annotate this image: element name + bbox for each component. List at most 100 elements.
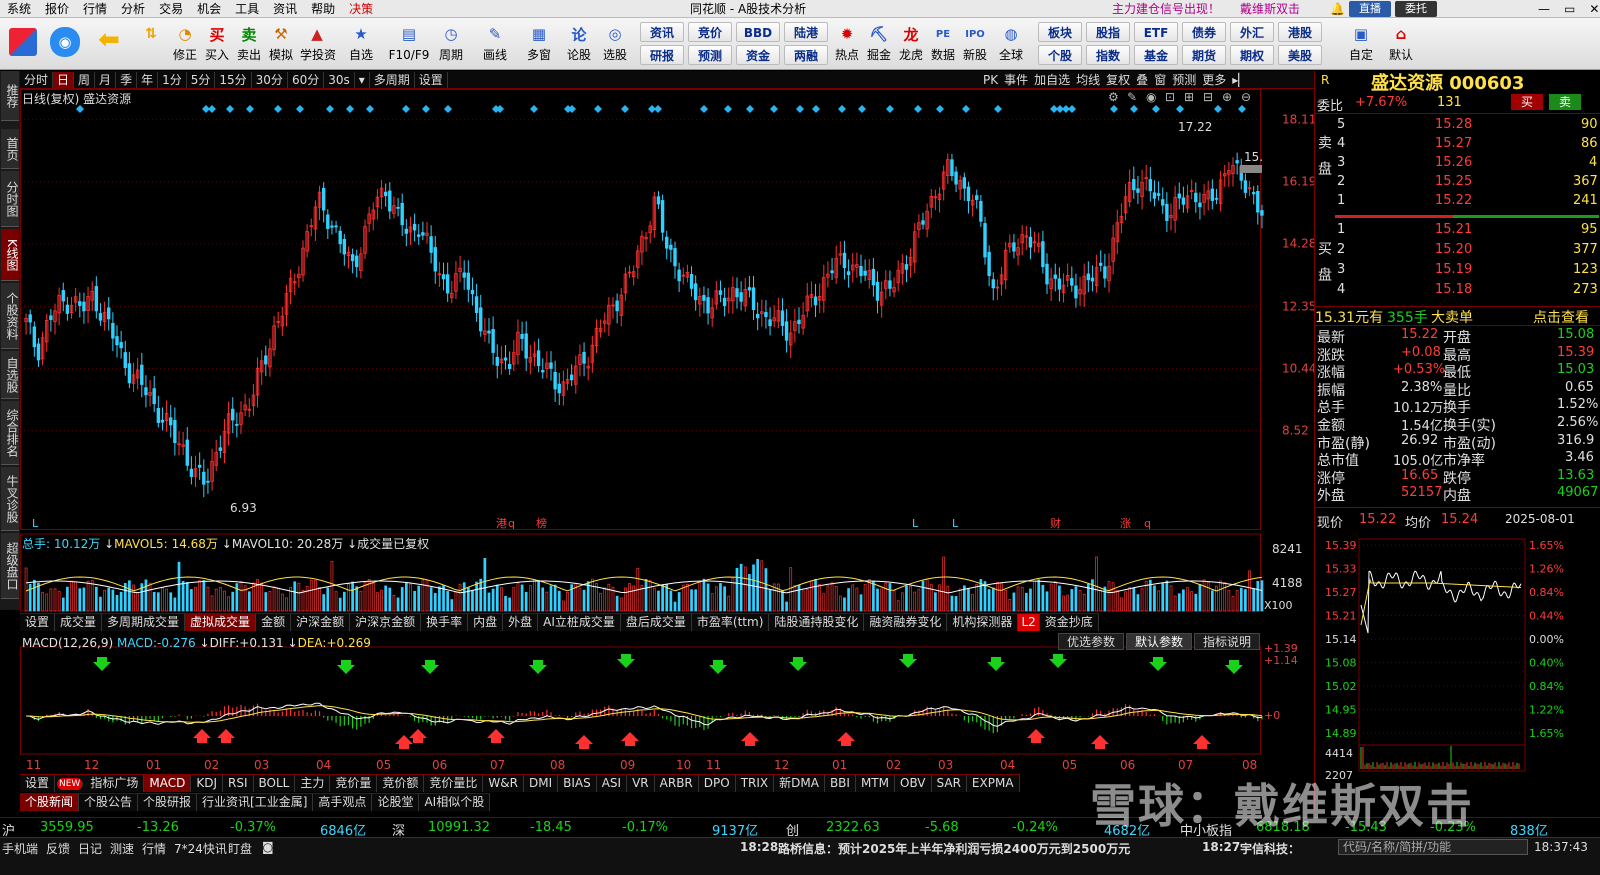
more-button[interactable]: 更多	[1199, 72, 1229, 88]
kline-chart[interactable]: 18.11 16.19 14.28 12.35 10.44 8.52 6.93 17.22 15…	[20, 89, 1314, 809]
intraday-mini-chart[interactable]: 15.39 1.65% 15.33 1.26% 15.27 0.84% 15.21 0.44%…	[1315, 531, 1600, 810]
username[interactable]: 戴维斯双击	[1240, 0, 1300, 17]
news-tab[interactable]: 高手观点	[313, 794, 373, 811]
fix-button[interactable]: ◔ 修正	[168, 20, 202, 68]
data-button[interactable]: PE 数据	[926, 20, 960, 68]
futures-index-grid-button[interactable]: 股指	[1086, 22, 1130, 42]
global-button[interactable]: ◍ 全球	[994, 20, 1028, 68]
vol-tab[interactable]: 沪深金额	[291, 614, 351, 631]
menu-item[interactable]: 系统	[0, 0, 38, 18]
adjust-button[interactable]: 复权	[1103, 72, 1133, 88]
status-item[interactable]: 反馈	[46, 840, 70, 857]
add-watch-button[interactable]: 加自选	[1031, 72, 1073, 88]
news-tab-stock[interactable]: 个股新闻	[20, 794, 80, 811]
period-tab[interactable]: 分时	[20, 71, 54, 88]
vol-tab[interactable]: 资金抄底	[1040, 614, 1099, 631]
signal-alert-link[interactable]: 主力建仓信号出现！	[1112, 0, 1220, 17]
watchlist-button[interactable]: ★ 自选	[344, 20, 378, 68]
menu-item[interactable]: 机会	[190, 0, 228, 18]
ind-tab[interactable]: DPO	[699, 775, 736, 792]
bid-price[interactable]: 15.20	[1435, 242, 1472, 257]
hk-stock-grid-button[interactable]: 港股	[1278, 22, 1322, 42]
ind-tab[interactable]: 竞价量比	[424, 775, 484, 792]
bell-icon[interactable]: 🔔	[1330, 2, 1345, 16]
ask-price[interactable]: 15.22	[1435, 193, 1472, 208]
period-tab[interactable]: 周	[74, 71, 96, 88]
ask-price[interactable]: 15.25	[1435, 174, 1472, 189]
ind-tab[interactable]: TRIX	[736, 775, 775, 792]
news-tab[interactable]: 行业资讯[工业金属]	[197, 794, 314, 811]
period-tab[interactable]: 年	[137, 71, 159, 88]
chevron-down-icon[interactable]: ▾	[355, 71, 370, 88]
default-params-button[interactable]: 默认参数	[1126, 633, 1193, 650]
draw-button[interactable]: ✎ 画线	[478, 20, 512, 68]
settings-button[interactable]: 设置	[415, 71, 448, 88]
ask-price[interactable]: 15.27	[1435, 136, 1472, 151]
ind-tab[interactable]: ASI	[597, 775, 628, 792]
hotspot-button[interactable]: ✹ 热点	[830, 20, 864, 68]
vol-tab[interactable]: 融资融券变化	[864, 614, 948, 631]
news-tab[interactable]: 论股堂	[372, 794, 420, 811]
pk-button[interactable]: PK	[980, 72, 1001, 88]
multi-period-button[interactable]: 多周期	[370, 71, 415, 88]
period-tab[interactable]: 15分	[215, 71, 252, 88]
news-tab[interactable]: 个股研报	[138, 794, 198, 811]
ind-tab[interactable]: 竞价量	[330, 775, 378, 792]
news-headline[interactable]: 宇信科技：	[1240, 840, 1300, 857]
sell-button[interactable]: 卖卖出	[232, 20, 266, 68]
us-stock-grid-button[interactable]: 美股	[1278, 45, 1322, 65]
ind-tab[interactable]: ARBR	[655, 775, 699, 792]
vol-tab[interactable]: 换手率	[421, 614, 469, 631]
status-item[interactable]: 测速	[110, 840, 134, 857]
ma-button[interactable]: 均线	[1073, 72, 1103, 88]
ask-price[interactable]: 15.26	[1435, 155, 1472, 170]
ind-tab[interactable]: VR	[627, 775, 655, 792]
menu-item[interactable]: 帮助	[304, 0, 342, 18]
restore-icon[interactable]: ▭	[1564, 2, 1575, 16]
bbd-grid-button[interactable]: BBD	[736, 22, 780, 42]
period-tab[interactable]: 季	[116, 71, 138, 88]
ind-tab[interactable]: OBV	[895, 775, 932, 792]
sector-grid-button[interactable]: 板块	[1038, 22, 1082, 42]
indicator-help-button[interactable]: 指标说明	[1194, 633, 1261, 650]
fund-grid-button[interactable]: 基金	[1134, 45, 1178, 65]
ipo-button[interactable]: IPO 新股	[958, 20, 992, 68]
period-tab[interactable]: 月	[95, 71, 117, 88]
updown-arrow-icon[interactable]: ⇅	[134, 20, 168, 68]
hk-connect-grid-button[interactable]: 陆港	[784, 22, 828, 42]
status-item[interactable]: 行情	[142, 840, 166, 857]
camera-icon[interactable]: ◙	[262, 840, 274, 854]
optimal-params-button[interactable]: 优选参数	[1058, 633, 1125, 650]
period-tab[interactable]: 5分	[187, 71, 216, 88]
vol-tab[interactable]: 外盘	[503, 614, 539, 631]
futures-grid-button[interactable]: 期货	[1182, 45, 1226, 65]
overlay-button[interactable]: 叠	[1133, 72, 1151, 88]
view-details-link[interactable]: 点击查看	[1533, 307, 1589, 327]
menu-item[interactable]: 工具	[228, 0, 266, 18]
minimize-icon[interactable]: —	[1538, 2, 1550, 16]
stockpick-button[interactable]: ◎ 选股	[598, 20, 632, 68]
sell-quick-button[interactable]: 卖	[1549, 94, 1581, 110]
status-item[interactable]: 手机端	[2, 840, 38, 857]
buy-button[interactable]: 买买入	[200, 20, 234, 68]
ind-tab[interactable]: EXPMA	[967, 775, 1020, 792]
tab-diagnosis[interactable]: 牛叉诊股	[1, 467, 19, 531]
etf-grid-button[interactable]: ETF	[1134, 22, 1178, 42]
learn-button[interactable]: ▲ 学投资	[300, 20, 336, 68]
ind-tab[interactable]: KDJ	[191, 775, 223, 792]
vol-tab[interactable]: 成交量	[55, 614, 103, 631]
vol-tab[interactable]: 沪深京金额	[350, 614, 422, 631]
tab-intraday[interactable]: 分时图	[1, 171, 19, 227]
menu-item[interactable]: 分析	[114, 0, 152, 18]
ind-tab[interactable]: DMI	[524, 775, 559, 792]
ind-tab[interactable]: BOLL	[254, 775, 296, 792]
ind-tab[interactable]: 竞价额	[377, 775, 425, 792]
buy-quick-button[interactable]: 买	[1511, 94, 1543, 110]
menu-item[interactable]: 行情	[76, 0, 114, 18]
bid-price[interactable]: 15.18	[1435, 282, 1472, 297]
period-tab[interactable]: 30s	[324, 71, 355, 88]
ask-price[interactable]: 15.28	[1435, 117, 1472, 132]
custom-button[interactable]: ▣ 自定	[1344, 20, 1378, 68]
search-input[interactable]: 代码/名称/简拼/功能	[1338, 839, 1528, 855]
vol-tab[interactable]: 多周期成交量	[102, 614, 186, 631]
